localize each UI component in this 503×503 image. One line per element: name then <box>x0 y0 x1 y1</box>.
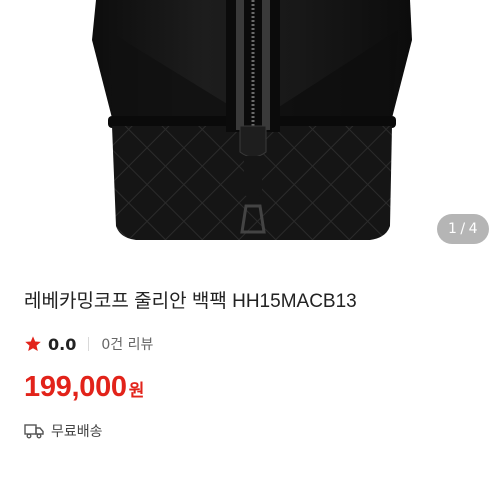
review-count-link[interactable]: 0건 리뷰 <box>101 334 153 354</box>
product-info: 레베카밍코프 줄리안 백팩 HH15MACB13 0.0 0건 리뷰 199,0… <box>24 288 484 442</box>
shipping-label: 무료배송 <box>51 424 103 440</box>
shipping-info: 무료배송 <box>24 420 484 442</box>
total-pages: 4 <box>468 221 479 237</box>
rating-row[interactable]: 0.0 0건 리뷰 <box>24 333 484 355</box>
current-page: 1 <box>447 221 458 237</box>
product-title: 레베카밍코프 줄리안 백팩 HH15MACB13 <box>24 291 357 312</box>
price-currency: 원 <box>128 381 145 401</box>
backpack-product-image <box>92 0 412 240</box>
star-icon <box>24 335 42 353</box>
product-price: 199,000 <box>24 371 127 403</box>
page-separator: / <box>460 221 466 237</box>
image-page-indicator: 1 / 4 <box>437 214 489 244</box>
rating-divider <box>88 337 90 351</box>
price-row: 199,000 원 <box>24 371 484 407</box>
product-image-carousel[interactable]: 1 / 4 <box>0 0 503 268</box>
product-detail-page: 1 / 4 레베카밍코프 줄리안 백팩 HH15MACB13 0.0 0건 리뷰… <box>0 0 503 503</box>
rating-value: 0.0 <box>48 334 77 354</box>
truck-icon <box>24 423 44 439</box>
